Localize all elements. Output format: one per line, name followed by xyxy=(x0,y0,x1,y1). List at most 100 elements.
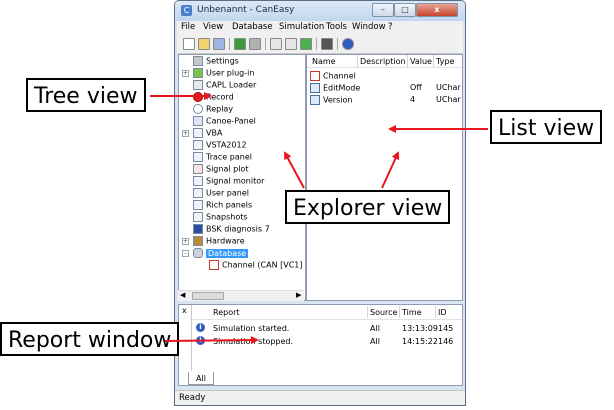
tree-item-bsk-diagnosis[interactable]: BSK diagnosis 7 xyxy=(193,224,270,236)
report-cell-source: All xyxy=(370,324,380,333)
tree-item-snapshots[interactable]: Snapshots xyxy=(193,212,248,224)
column-header-name[interactable]: Name xyxy=(312,57,336,66)
list-cell-name: EditMode xyxy=(323,83,361,93)
toolbar-separator xyxy=(265,38,266,50)
wrench-icon xyxy=(193,56,203,66)
report-column-report[interactable]: Report xyxy=(213,308,240,317)
tree-item-database[interactable]: Database xyxy=(193,248,249,260)
tree-item-hardware[interactable]: Hardware xyxy=(193,236,245,248)
expand-toggle[interactable]: + xyxy=(182,238,189,245)
menu-help[interactable]: ? xyxy=(388,22,393,32)
report-column-time[interactable]: Time xyxy=(402,308,422,317)
title-bar[interactable]: C Unbenannt - CanEasy – □ x xyxy=(175,1,465,21)
list-cell-type: UChar xyxy=(436,83,461,92)
tree-item-label: Rich panels xyxy=(206,200,253,210)
channel-icon xyxy=(310,71,320,81)
tree-item-label: CAPL Loader xyxy=(206,80,257,90)
report-tab-strip: All xyxy=(178,372,218,386)
scroll-thumb[interactable] xyxy=(192,292,224,300)
callout-report-window: Report window xyxy=(0,322,180,356)
list-row[interactable]: Version xyxy=(310,95,352,107)
tree-item-settings[interactable]: Settings xyxy=(193,56,239,68)
new-icon[interactable] xyxy=(183,38,195,50)
report-cell-message: Simulation stopped. xyxy=(213,337,294,346)
expand-toggle[interactable]: + xyxy=(182,130,189,137)
tree-item-vba[interactable]: VBA xyxy=(193,128,222,140)
expand-toggle[interactable]: + xyxy=(182,70,189,77)
report-row[interactable]: i xyxy=(196,323,205,332)
tree-item-capl-loader[interactable]: CAPL Loader xyxy=(193,80,256,92)
list-row[interactable]: Channel xyxy=(310,71,356,83)
tree-item-signal-monitor[interactable]: Signal monitor xyxy=(193,176,264,188)
tag-icon xyxy=(310,95,320,105)
list-cell-value: 4 xyxy=(410,95,416,104)
info-icon: i xyxy=(196,323,205,332)
tree-item-user-panel[interactable]: User panel xyxy=(193,188,249,200)
toolbar xyxy=(177,35,463,54)
report-row[interactable]: i xyxy=(196,336,205,345)
status-bar: Ready xyxy=(175,390,465,405)
minimize-button[interactable]: – xyxy=(372,3,394,17)
list-view[interactable]: Name Description Value Type Channel Edit… xyxy=(306,54,463,301)
report-window[interactable]: x Report Source Time ID i Simulation sta… xyxy=(178,304,463,386)
tree-item-rich-panels[interactable]: Rich panels xyxy=(193,200,252,212)
report-cell-time: 13:13:09 xyxy=(402,324,438,333)
refresh-icon[interactable] xyxy=(300,38,312,50)
column-divider xyxy=(399,306,400,318)
check-icon[interactable] xyxy=(270,38,282,50)
scroll-right-icon[interactable]: ▶ xyxy=(296,291,301,299)
stop-simulation-icon[interactable] xyxy=(249,38,261,50)
tag-icon xyxy=(310,83,320,93)
tree-item-trace-panel[interactable]: Trace panel xyxy=(193,152,252,164)
menu-view[interactable]: View xyxy=(203,22,223,32)
close-button[interactable]: x xyxy=(416,3,458,17)
toolbar-separator xyxy=(316,38,317,50)
column-header-description[interactable]: Description xyxy=(360,57,406,66)
check-error-icon[interactable] xyxy=(285,38,297,50)
tree-item-record[interactable]: Record xyxy=(193,92,234,104)
report-close-icon[interactable]: x xyxy=(182,306,187,315)
column-divider xyxy=(367,306,368,318)
window-icon xyxy=(193,140,203,150)
panel-icon xyxy=(193,116,203,126)
report-column-source[interactable]: Source xyxy=(370,308,397,317)
report-column-id[interactable]: ID xyxy=(438,308,447,317)
open-icon[interactable] xyxy=(198,38,210,50)
tree-item-replay[interactable]: Replay xyxy=(193,104,233,116)
tree-item-signal-plot[interactable]: Signal plot xyxy=(193,164,248,176)
column-header-type[interactable]: Type xyxy=(436,57,454,66)
menu-window[interactable]: Window xyxy=(352,22,386,32)
menu-file[interactable]: File xyxy=(181,22,195,32)
collapse-toggle[interactable]: - xyxy=(182,250,189,257)
column-divider xyxy=(407,55,408,67)
report-tab-all[interactable]: All xyxy=(188,372,214,385)
tree-item-canoe-panel[interactable]: Canoe-Panel xyxy=(193,116,256,128)
tree-item-label: BSK diagnosis 7 xyxy=(206,224,270,234)
tree-item-channel[interactable]: Channel (CAN [VC1] V xyxy=(209,260,305,272)
tree-item-vsta2012[interactable]: VSTA2012 xyxy=(193,140,247,152)
menu-simulation[interactable]: Simulation xyxy=(279,22,324,32)
menu-tools[interactable]: Tools xyxy=(326,22,347,32)
channel-icon xyxy=(209,260,219,270)
app-icon: C xyxy=(181,5,192,16)
maximize-button[interactable]: □ xyxy=(394,3,416,17)
start-simulation-icon[interactable] xyxy=(234,38,246,50)
info-icon[interactable] xyxy=(342,38,354,50)
tree-item-label: VBA xyxy=(206,128,223,138)
callout-list-view: List view xyxy=(490,110,603,144)
info-icon: i xyxy=(196,336,205,345)
window-icon xyxy=(193,128,203,138)
tree-item-user-plug-in[interactable]: User plug-in xyxy=(193,68,254,80)
list-row[interactable]: EditMode xyxy=(310,83,360,95)
tree-horizontal-scrollbar[interactable]: ◀ ▶ xyxy=(178,290,304,301)
toolbar-separator xyxy=(337,38,338,50)
column-header-value[interactable]: Value xyxy=(410,57,432,66)
list-cell-name: Version xyxy=(323,95,353,105)
scroll-left-icon[interactable]: ◀ xyxy=(180,291,185,299)
column-divider xyxy=(433,55,434,67)
menu-database[interactable]: Database xyxy=(232,22,273,32)
binoculars-icon[interactable] xyxy=(321,38,333,50)
save-icon[interactable] xyxy=(213,38,225,50)
report-cell-message: Simulation started. xyxy=(213,324,290,333)
tree-view[interactable]: Settings User plug-in CAPL Loader Record… xyxy=(178,54,306,301)
